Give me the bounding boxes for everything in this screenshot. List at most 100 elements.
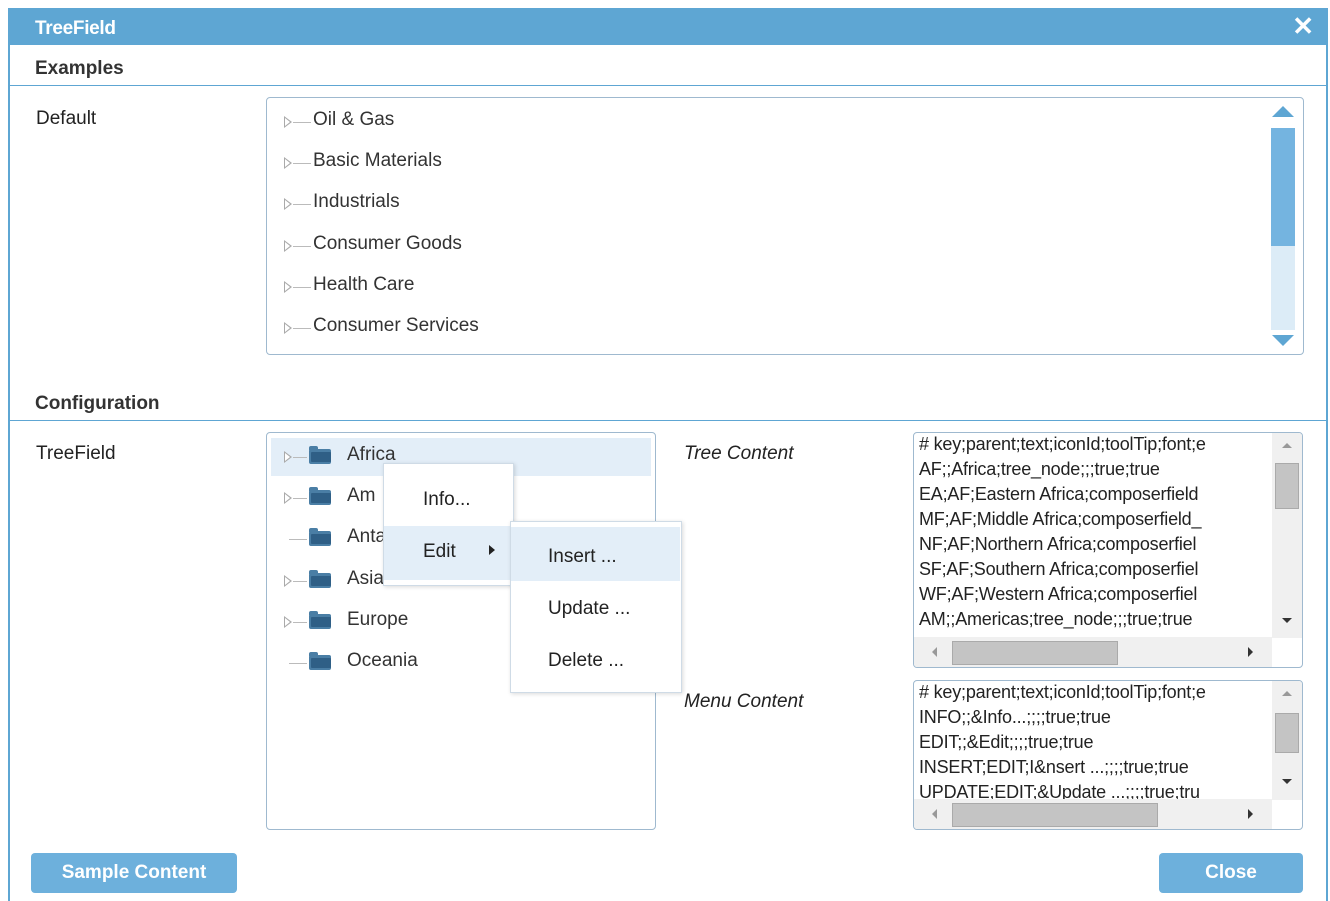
textarea-line: INSERT;EDIT;I&nsert ...;;;;true;true [919, 757, 1189, 777]
tree-item[interactable]: Industrials [267, 191, 1247, 221]
menu-item-update[interactable]: Update ... [548, 598, 630, 620]
tree-item-label: Consumer Services [313, 315, 479, 336]
menu-item-insert[interactable]: Insert ... [548, 546, 617, 568]
textarea-line: EDIT;;&Edit;;;;true;true [919, 732, 1094, 752]
menu-content-textarea[interactable]: # key;parent;text;iconId;toolTip;font;e I… [913, 680, 1303, 830]
scroll-up-icon[interactable] [1272, 106, 1294, 117]
textarea-line: AF;;Africa;tree_node;;;true;true [919, 459, 1160, 479]
scroll-thumb[interactable] [1271, 128, 1295, 246]
tree-connector [293, 328, 311, 329]
edit-submenu: Insert ... Update ... Delete ... [510, 521, 682, 693]
tree-item-label: Europe [347, 608, 409, 630]
textarea-line: SF;AF;Southern Africa;composerfiel [919, 559, 1199, 579]
tree-item-label: Industrials [313, 191, 400, 213]
scroll-up-icon[interactable] [1282, 691, 1292, 696]
textarea-line: NF;AF;Northern Africa;composerfiel [919, 534, 1197, 554]
treefield-label: TreeField [36, 443, 116, 464]
folder-icon [309, 487, 331, 506]
tree-item-label: Am [347, 485, 376, 507]
scroll-thumb[interactable] [952, 803, 1158, 827]
tree-connector [293, 204, 311, 206]
examples-section-header: Examples [10, 52, 1326, 86]
scroll-track[interactable] [1271, 246, 1295, 330]
tree-connector [289, 663, 307, 664]
tree-item-label: Consumer Goods [313, 232, 462, 254]
expand-icon[interactable] [284, 116, 292, 128]
folder-icon [309, 652, 331, 670]
tree-item-label: Asia [347, 567, 384, 589]
tree-item-label: Anta [347, 526, 387, 548]
menu-item-info[interactable]: Info... [423, 489, 471, 511]
tree-item-label: Oil & Gas [313, 109, 395, 130]
tree-connector [293, 286, 311, 288]
tree-connector [293, 498, 307, 500]
configuration-heading: Configuration [35, 393, 160, 414]
context-menu: Info... Edit [383, 463, 514, 586]
title-bar: TreeField ✕ [8, 8, 1328, 45]
tree-connector [293, 621, 307, 623]
textarea-line: INFO;;&Info...;;;;true;true [919, 707, 1111, 727]
textarea-line: WF;AF;Western Africa;composerfiel [919, 584, 1198, 604]
tree-item-label: Basic Materials [313, 150, 442, 172]
expand-icon[interactable] [284, 322, 292, 334]
default-tree[interactable]: Oil & Gas Basic Materials Industrials Consu… [266, 97, 1304, 355]
tree-item[interactable]: Consumer Services [267, 315, 1247, 345]
scroll-thumb[interactable] [1275, 713, 1299, 753]
sample-content-button[interactable]: Sample Content [31, 853, 237, 893]
tree-content-textarea[interactable]: # key;parent;text;iconId;toolTip;font;e A… [913, 432, 1303, 668]
expand-icon[interactable] [284, 574, 292, 587]
tree-connector [293, 457, 307, 458]
examples-heading: Examples [35, 58, 124, 79]
scroll-up-icon[interactable] [1282, 443, 1292, 448]
folder-icon [309, 446, 331, 464]
expand-icon[interactable] [284, 239, 292, 252]
tree-item-label: Oceania [347, 650, 418, 671]
tree-connector [289, 539, 307, 541]
window-title: TreeField [35, 18, 116, 39]
textarea-line: # key;parent;text;iconId;toolTip;font;e [919, 434, 1206, 454]
scroll-thumb[interactable] [952, 641, 1118, 665]
textarea-line: # key;parent;text;iconId;toolTip;font;e [919, 682, 1206, 702]
expand-icon[interactable] [284, 492, 292, 505]
folder-icon [309, 528, 331, 547]
expand-icon[interactable] [284, 198, 292, 211]
expand-icon[interactable] [284, 157, 292, 170]
menu-content-vscroll[interactable] [1272, 681, 1302, 800]
scroll-thumb[interactable] [1275, 463, 1299, 509]
tree-item[interactable]: Consumer Goods [267, 233, 1247, 263]
tree-content-vscroll[interactable] [1272, 433, 1302, 638]
textarea-line: MF;AF;Middle Africa;composerfield_ [919, 509, 1202, 529]
scroll-down-icon[interactable] [1282, 618, 1292, 623]
tree-item-label: Health Care [313, 273, 415, 295]
tree-connector [293, 122, 311, 123]
close-icon[interactable]: ✕ [1292, 13, 1314, 39]
scroll-left-icon[interactable] [932, 809, 937, 819]
menu-content-label: Menu Content [684, 691, 804, 712]
tree-connector [293, 580, 307, 582]
textarea-line: EA;AF;Eastern Africa;composerfield [919, 484, 1199, 504]
menu-item-edit[interactable]: Edit [423, 541, 456, 563]
folder-icon [309, 610, 331, 629]
tree-content-label: Tree Content [684, 443, 794, 464]
folder-icon [309, 569, 331, 588]
menu-item-delete[interactable]: Delete ... [548, 650, 624, 672]
tree-connector [293, 163, 311, 165]
default-label: Default [36, 108, 97, 129]
expand-icon[interactable] [284, 615, 292, 628]
tree-item[interactable]: Health Care [267, 274, 1247, 304]
scroll-down-icon[interactable] [1282, 779, 1292, 784]
scroll-left-icon[interactable] [932, 647, 937, 657]
tree-item[interactable]: Oil & Gas [267, 109, 1247, 139]
scroll-right-icon[interactable] [1248, 647, 1253, 657]
tree-content-hscroll[interactable] [914, 637, 1272, 667]
expand-icon[interactable] [284, 280, 292, 293]
configuration-section-header: Configuration [10, 387, 1326, 421]
close-button[interactable]: Close [1159, 853, 1303, 893]
tree-item[interactable]: Basic Materials [267, 150, 1247, 180]
default-tree-scrollbar[interactable] [1269, 106, 1295, 346]
scroll-right-icon[interactable] [1248, 809, 1253, 819]
expand-icon[interactable] [284, 451, 292, 463]
scroll-down-icon[interactable] [1272, 335, 1294, 346]
submenu-arrow-icon [489, 545, 495, 555]
menu-content-hscroll[interactable] [914, 799, 1272, 829]
